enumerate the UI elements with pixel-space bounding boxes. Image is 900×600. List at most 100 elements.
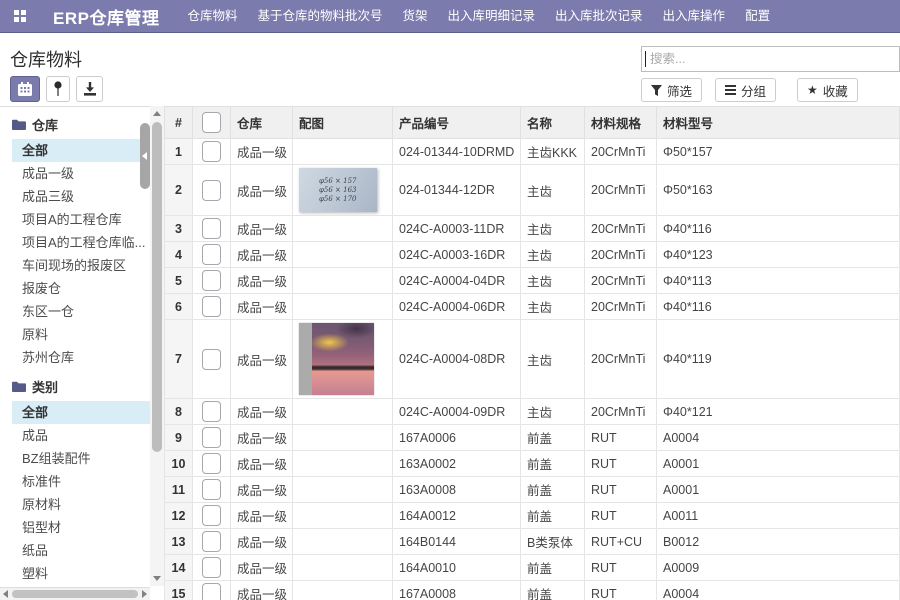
sidebar-horizontal-scrollbar[interactable] [0, 587, 150, 600]
sidebar-item[interactable]: 项目A的工程仓库 [0, 208, 150, 231]
sidebar-item[interactable]: 车间现场的报废区 [0, 254, 150, 277]
sidebar-item[interactable]: 铝型材 [0, 516, 150, 539]
favorite-label: 收藏 [823, 81, 848, 100]
sidebar-item[interactable]: 项目A的工程仓库临... [0, 231, 150, 254]
scroll-down-arrow-icon[interactable] [153, 576, 161, 581]
table-row[interactable]: 12成品一级164A0012前盖RUTA0011 [165, 503, 900, 529]
row-checkbox[interactable] [202, 427, 221, 448]
table-row[interactable]: 11成品一级163A0008前盖RUTA0001 [165, 477, 900, 503]
table-row[interactable]: 8成品一级024C-A0004-09DR主齿20CrMnTiΦ40*121 [165, 399, 900, 425]
table-row[interactable]: 10成品一级163A0002前盖RUTA0001 [165, 451, 900, 477]
apps-grid-icon[interactable] [14, 10, 26, 22]
sidebar-item[interactable]: 原料 [0, 323, 150, 346]
row-checkbox[interactable] [202, 141, 221, 162]
sidebar-item[interactable]: 成品一级 [0, 162, 150, 185]
nav-item-6[interactable]: 出入库操作 [653, 0, 736, 32]
row-checkbox[interactable] [202, 505, 221, 526]
table-row[interactable]: 15成品一级167A0008前盖RUTA0004 [165, 581, 900, 600]
scroll-right-arrow-icon[interactable] [142, 590, 147, 598]
row-checkbox[interactable] [202, 531, 221, 552]
table-row[interactable]: 5成品一级024C-A0004-04DR主齿20CrMnTiΦ40*113 [165, 268, 900, 294]
sidebar-item[interactable]: 纸品 [0, 539, 150, 562]
row-checkbox[interactable] [202, 270, 221, 291]
cell-checkbox [193, 529, 231, 555]
cell-material-model: Φ40*123 [657, 242, 900, 268]
table-row[interactable]: 7成品一级024C-A0004-08DR主齿20CrMnTiΦ40*119 [165, 320, 900, 399]
row-checkbox[interactable] [202, 180, 221, 201]
sidebar-item[interactable]: BZ组装配件 [0, 447, 150, 470]
filter-button[interactable]: 筛选 [641, 78, 702, 102]
sidebar-item[interactable]: 全部 [12, 139, 150, 162]
row-checkbox[interactable] [202, 479, 221, 500]
row-checkbox[interactable] [202, 557, 221, 578]
nav-item-3[interactable]: 货架 [393, 0, 438, 32]
cell-checkbox [193, 451, 231, 477]
cell-image [293, 294, 393, 320]
table-row[interactable]: 3成品一级024C-A0003-11DR主齿20CrMnTiΦ40*116 [165, 216, 900, 242]
cell-checkbox [193, 477, 231, 503]
search-input[interactable] [641, 46, 900, 72]
cell-image [293, 268, 393, 294]
row-checkbox[interactable] [202, 401, 221, 422]
cell-material-spec: RUT+CU [585, 529, 657, 555]
sidebar-item[interactable]: 原材料 [0, 493, 150, 516]
cell-warehouse: 成品一级 [231, 555, 293, 581]
cell-material-model: Φ50*163 [657, 165, 900, 216]
cell-name: 主齿 [521, 320, 585, 399]
sidebar-item[interactable]: 成品三级 [0, 185, 150, 208]
group-button[interactable]: 分组 [715, 78, 776, 102]
cell-image: φ56 × 157φ56 × 163φ56 × 170 [293, 165, 393, 216]
column-header-model[interactable]: 材料型号 [657, 107, 900, 139]
nav-item-2[interactable]: 基于仓库的物料批次号 [247, 0, 392, 32]
column-header-spec[interactable]: 材料规格 [585, 107, 657, 139]
cell-image [293, 242, 393, 268]
cell-product-code: 167A0006 [393, 425, 521, 451]
column-header-warehouse[interactable]: 仓库 [231, 107, 293, 139]
calendar-view-button[interactable] [10, 76, 40, 102]
nav-item-5[interactable]: 出入库批次记录 [545, 0, 653, 32]
row-checkbox[interactable] [202, 583, 221, 600]
nav-item-7[interactable]: 配置 [735, 0, 780, 32]
column-header-image[interactable]: 配图 [293, 107, 393, 139]
table-row[interactable]: 13成品一级164B0144B类泵体RUT+CUB0012 [165, 529, 900, 555]
sidebar-item[interactable]: 苏州仓库 [0, 346, 150, 369]
sidebar-vertical-scrollbar[interactable] [150, 106, 164, 586]
vertical-scrollbar-thumb[interactable] [152, 122, 162, 452]
nav-item-4[interactable]: 出入库明细记录 [438, 0, 546, 32]
cell-material-model: A0004 [657, 581, 900, 600]
row-checkbox[interactable] [202, 453, 221, 474]
column-header-name[interactable]: 名称 [521, 107, 585, 139]
table-row[interactable]: 6成品一级024C-A0004-06DR主齿20CrMnTiΦ40*116 [165, 294, 900, 320]
sidebar-collapse-handle[interactable] [140, 123, 150, 189]
table-row[interactable]: 9成品一级167A0006前盖RUTA0004 [165, 425, 900, 451]
product-photo-plate[interactable]: φ56 × 157φ56 × 163φ56 × 170 [299, 168, 377, 212]
pin-view-button[interactable] [46, 76, 70, 102]
row-checkbox[interactable] [202, 218, 221, 239]
cell-warehouse: 成品一级 [231, 294, 293, 320]
table-row[interactable]: 14成品一级164A0010前盖RUTA0009 [165, 555, 900, 581]
scroll-left-arrow-icon[interactable] [3, 590, 8, 598]
row-checkbox[interactable] [202, 296, 221, 317]
row-checkbox[interactable] [202, 244, 221, 265]
cell-warehouse: 成品一级 [231, 581, 293, 600]
cell-warehouse: 成品一级 [231, 399, 293, 425]
sidebar-item[interactable]: 标准件 [0, 470, 150, 493]
table-row[interactable]: 2成品一级φ56 × 157φ56 × 163φ56 × 170024-0134… [165, 165, 900, 216]
favorite-button[interactable]: ★ 收藏 [797, 78, 858, 102]
sidebar-item[interactable]: 报废仓 [0, 277, 150, 300]
sidebar-item[interactable]: 成品 [0, 424, 150, 447]
sidebar-item[interactable]: 塑料 [0, 562, 150, 585]
horizontal-scrollbar-thumb[interactable] [12, 590, 138, 598]
column-header-num[interactable]: # [165, 107, 193, 139]
row-checkbox[interactable] [202, 349, 221, 370]
sidebar-item[interactable]: 东区一仓 [0, 300, 150, 323]
sidebar-item[interactable]: 全部 [12, 401, 150, 424]
nav-item-1[interactable]: 仓库物料 [177, 0, 247, 32]
product-photo-sunset[interactable] [299, 323, 374, 395]
table-row[interactable]: 4成品一级024C-A0003-16DR主齿20CrMnTiΦ40*123 [165, 242, 900, 268]
column-header-code[interactable]: 产品编号 [393, 107, 521, 139]
table-row[interactable]: 1成品一级024-01344-10DRMD主齿KKK20CrMnTiΦ50*15… [165, 139, 900, 165]
download-button[interactable] [76, 76, 103, 102]
scroll-up-arrow-icon[interactable] [153, 111, 161, 116]
select-all-checkbox[interactable] [202, 112, 221, 133]
